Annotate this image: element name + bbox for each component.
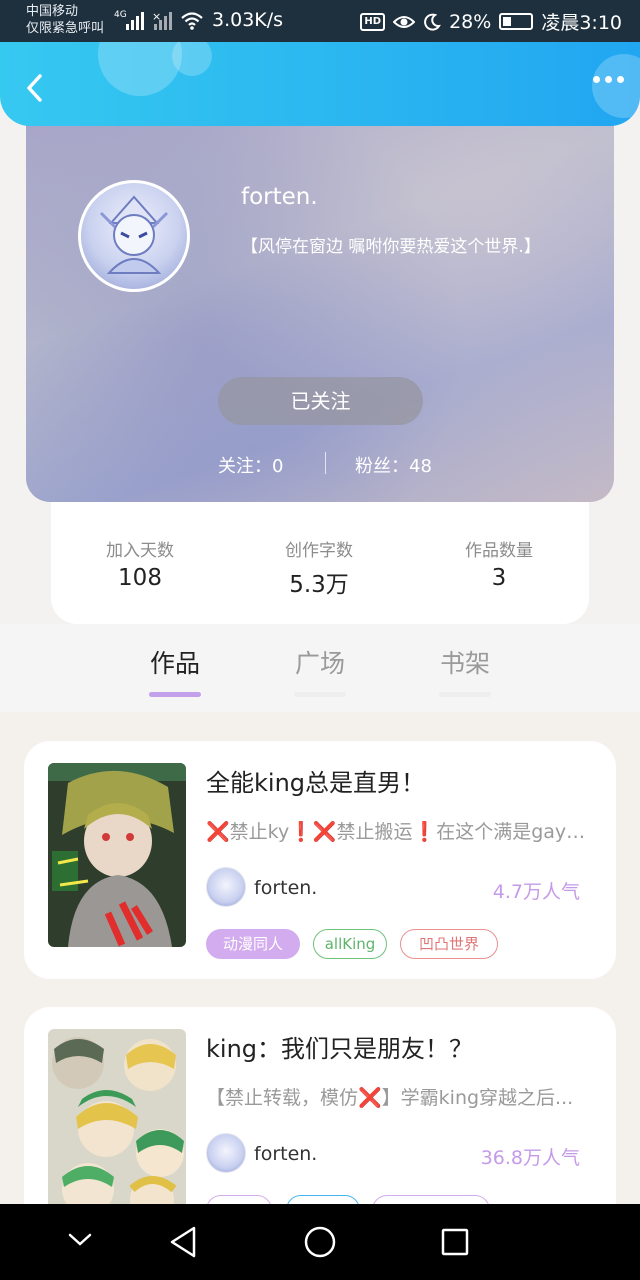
- author-avatar: [206, 867, 246, 907]
- carrier-info: 中国移动 仅限紧急呼叫: [26, 3, 104, 37]
- popularity-count: 4.7万人气: [492, 881, 580, 903]
- more-dots-icon: [593, 76, 600, 83]
- chevron-down-icon[interactable]: [66, 1230, 94, 1250]
- decor-bubble: [592, 54, 640, 118]
- tab-works[interactable]: 作品: [135, 644, 215, 697]
- stat-value: 108: [118, 565, 162, 591]
- stat-label: 作品数量: [465, 541, 533, 561]
- decor-bubble: [98, 42, 182, 96]
- tag-chip[interactable]: [372, 1195, 490, 1204]
- following-count[interactable]: 关注：0: [218, 452, 283, 478]
- network-type: 4G: [114, 10, 127, 20]
- recents-square-icon[interactable]: [440, 1224, 470, 1260]
- eye-icon: [393, 15, 416, 28]
- wifi-icon: [181, 12, 203, 30]
- author-name: forten.: [254, 877, 318, 899]
- cover-illustration: [48, 763, 186, 947]
- moon-icon: [424, 13, 442, 31]
- stat-join-days: 加入天数 108: [60, 536, 220, 591]
- avatar[interactable]: [78, 180, 190, 292]
- tag-chip[interactable]: 动漫同人: [206, 929, 300, 959]
- stat-word-count: 创作字数 5.3万: [239, 536, 399, 599]
- tab-indicator: [149, 692, 201, 697]
- tab-indicator: [294, 692, 346, 697]
- tag-chip[interactable]: [206, 1195, 272, 1204]
- home-circle-icon[interactable]: [302, 1224, 338, 1260]
- popularity-count: 36.8万人气: [480, 1147, 580, 1169]
- tag-chip[interactable]: allKing: [313, 929, 387, 959]
- app-header: [0, 42, 640, 126]
- hd-icon: HD: [360, 12, 386, 31]
- work-card[interactable]: 全能king总是直男！ ❌禁止ky❗️❌禁止搬运❗️在这个满是gay的世界 fo…: [24, 741, 616, 979]
- network-speed: 3.03K/s: [212, 9, 284, 31]
- tab-indicator: [439, 692, 491, 697]
- tab-label: 作品: [149, 649, 200, 678]
- battery-percent: 28%: [449, 10, 492, 33]
- tab-bookshelf[interactable]: 书架: [425, 644, 505, 697]
- back-button[interactable]: [20, 66, 52, 106]
- signal-2-icon: [154, 10, 172, 30]
- status-bar: 中国移动 仅限紧急呼叫 4G × 3.03K/s HD 28% 凌晨3:10: [0, 0, 640, 42]
- signal-icon: [126, 10, 144, 30]
- username: forten.: [241, 184, 318, 210]
- tab-label: 书架: [439, 649, 490, 678]
- author-avatar: [206, 1133, 246, 1173]
- followers-count[interactable]: 粉丝：48: [355, 452, 432, 478]
- stat-label: 创作字数: [285, 541, 353, 561]
- work-title[interactable]: king：我们只是朋友！？: [206, 1029, 473, 1064]
- stat-label: 加入天数: [106, 541, 174, 561]
- status-right: HD 28% 凌晨3:10: [360, 8, 622, 35]
- tag-chip[interactable]: 凹凸世界: [400, 929, 498, 959]
- divider: [325, 452, 326, 474]
- work-title[interactable]: 全能king总是直男！: [206, 763, 425, 798]
- work-card[interactable]: king：我们只是朋友！？ 【禁止转载，模仿❌】学霸king穿越之后... fo…: [24, 1007, 616, 1204]
- stat-value: 5.3万: [289, 572, 349, 598]
- cover-illustration: [48, 1029, 186, 1204]
- stats-panel: 加入天数 108 创作字数 5.3万 作品数量 3: [51, 502, 589, 624]
- follow-button[interactable]: 已关注: [218, 377, 423, 425]
- back-triangle-icon[interactable]: [168, 1224, 200, 1260]
- tab-bar: 作品 广场 书架: [0, 624, 640, 712]
- tab-square[interactable]: 广场: [280, 644, 360, 697]
- user-bio: 【风停在窗边 嘱咐你要热爱这个世界.】: [241, 237, 541, 257]
- profile-card: forten. 【风停在窗边 嘱咐你要热爱这个世界.】 已关注 关注：0 粉丝：…: [26, 100, 614, 502]
- book-cover[interactable]: [48, 763, 186, 947]
- more-button[interactable]: [593, 76, 624, 83]
- author-name: forten.: [254, 1143, 318, 1165]
- tab-label: 广场: [294, 649, 345, 678]
- works-list: 全能king总是直男！ ❌禁止ky❗️❌禁止搬运❗️在这个满是gay的世界 fo…: [0, 712, 640, 1204]
- carrier-name: 中国移动: [26, 4, 79, 19]
- carrier-status: 仅限紧急呼叫: [26, 21, 105, 36]
- avatar-illustration: [99, 195, 169, 274]
- work-description: ❌禁止ky❗️❌禁止搬运❗️在这个满是gay的世界: [206, 821, 588, 843]
- clock: 凌晨3:10: [541, 12, 622, 34]
- chevron-left-icon: [27, 74, 42, 102]
- tag-chip[interactable]: [286, 1195, 360, 1204]
- battery-icon: [499, 13, 534, 30]
- stat-works-count: 作品数量 3: [419, 536, 579, 591]
- system-nav-bar: [0, 1204, 640, 1280]
- decor-bubble: [172, 42, 212, 76]
- book-cover[interactable]: [48, 1029, 186, 1204]
- stat-value: 3: [491, 565, 507, 591]
- work-description: 【禁止转载，模仿❌】学霸king穿越之后...: [206, 1087, 574, 1109]
